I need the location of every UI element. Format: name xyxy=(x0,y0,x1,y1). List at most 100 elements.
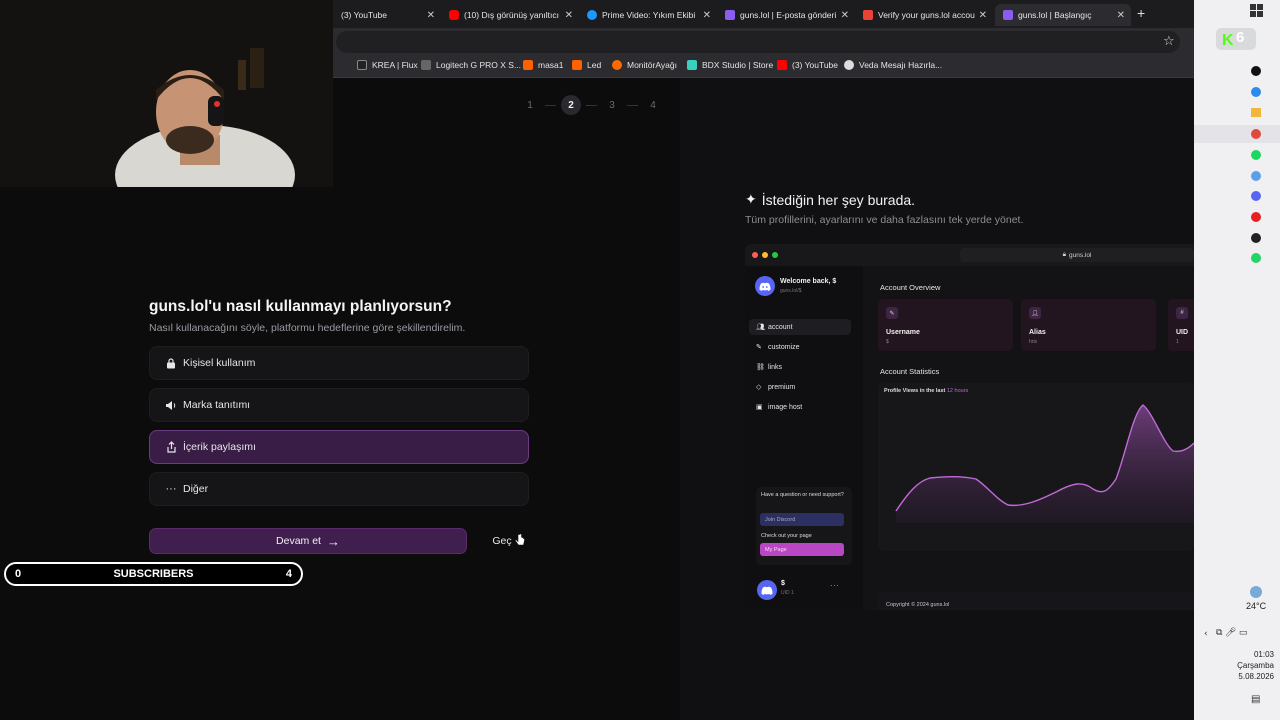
subscriber-counter: 0 SUBSCRIBERS 4 xyxy=(4,562,303,586)
mock-main: Account Overview ✎ Username $ 👤︎ Alias h… xyxy=(863,266,1194,610)
tab-prime-video[interactable]: Prime Video: Yıkım Ekibi ✕ xyxy=(579,4,717,26)
bookmark-item[interactable]: BDX Studio | Store xyxy=(687,60,773,70)
mock-nav-label: premium xyxy=(768,383,796,391)
mock-page-text: Check out your page xyxy=(761,533,812,539)
bookmark-item[interactable]: Logitech G PRO X S... xyxy=(421,60,521,70)
bookmark-label: KREA | Flux xyxy=(372,60,418,70)
folder-icon[interactable] xyxy=(1251,108,1261,117)
tab-verify[interactable]: Verify your guns.lol accou ✕ xyxy=(855,4,993,26)
spotify-icon[interactable] xyxy=(1251,150,1261,160)
close-icon[interactable]: ✕ xyxy=(841,10,849,21)
weather-icon[interactable] xyxy=(1250,586,1262,598)
mock-card-username: ✎ Username $ xyxy=(878,299,1013,351)
webcam-image xyxy=(0,0,333,187)
lock-icon xyxy=(162,357,180,369)
app-icon[interactable] xyxy=(1251,66,1261,76)
mock-nav-premium: ◇ premium xyxy=(749,379,851,395)
close-icon[interactable]: ✕ xyxy=(703,10,711,21)
whatsapp-icon[interactable] xyxy=(1251,253,1261,263)
bookmark-label: Veda Mesajı Hazırla... xyxy=(859,60,943,70)
option-content-sharing[interactable]: İçerik paylaşımı xyxy=(149,430,529,464)
bookmark-item[interactable]: Led xyxy=(572,60,601,70)
pencil-icon: ✎ xyxy=(886,307,898,319)
mock-footer: Copyright © 2024 guns.lol xyxy=(878,592,1194,610)
mock-card-uid: # UID 1 xyxy=(1168,299,1194,351)
option-brand[interactable]: Marka tanıtımı xyxy=(149,388,529,422)
bookmark-label: Logitech G PRO X S... xyxy=(436,60,522,70)
mock-welcome: Welcome back, $ xyxy=(780,278,837,285)
hand-cursor-icon xyxy=(514,533,525,550)
discord-icon[interactable] xyxy=(1251,191,1261,201)
continue-button[interactable]: Devam et → xyxy=(149,528,467,554)
preview-title: ✦ İstediğin her şey burada. xyxy=(745,191,915,208)
card-value: hris xyxy=(1029,339,1038,345)
gmail-icon xyxy=(863,10,873,20)
more-icon: ··· xyxy=(165,483,177,495)
taskbar-icons: K ‹ xyxy=(1194,4,1280,639)
bookmark-label: Led xyxy=(587,60,602,70)
close-icon[interactable]: ✕ xyxy=(427,10,435,21)
window-close-dot xyxy=(752,252,758,258)
guns-lol-icon xyxy=(725,10,735,20)
tray-icons[interactable]: ⧉ 🎤︎ ▭ xyxy=(1216,627,1247,638)
mock-url: 🔒︎ guns.lol xyxy=(960,248,1194,262)
continue-label: Devam et xyxy=(276,535,321,547)
network-icon[interactable] xyxy=(1251,171,1261,181)
edge-icon[interactable] xyxy=(1251,87,1261,97)
step-1: 1 xyxy=(527,99,533,111)
step-divider xyxy=(627,104,638,106)
tab-youtube[interactable]: (3) YouTube ✕ xyxy=(333,4,441,26)
app-icon[interactable] xyxy=(1251,212,1261,222)
bookmark-star-icon[interactable]: ☆ xyxy=(1163,33,1175,49)
mock-help-text: Have a question or need support? xyxy=(761,492,844,498)
tab-guns-eposta[interactable]: guns.lol | E-posta gönderi ✕ xyxy=(717,4,855,26)
option-personal[interactable]: Kişisel kullanım xyxy=(149,346,529,380)
mock-nav-label: image host xyxy=(768,403,803,411)
close-icon[interactable]: ✕ xyxy=(565,10,573,21)
diamond-icon: ◇ xyxy=(756,384,762,391)
bookmark-item[interactable]: MonitörAyağı xyxy=(612,60,677,70)
tab-label: guns.lol | E-posta gönderi xyxy=(740,10,837,20)
step-2: 2 xyxy=(561,95,581,115)
arrow-right-icon: → xyxy=(326,533,340,549)
windows-start-icon[interactable] xyxy=(1250,4,1256,10)
mock-nav-account: 👥︎ account xyxy=(749,319,851,335)
bookmark-item[interactable]: masa1 xyxy=(523,60,564,70)
close-icon[interactable]: ✕ xyxy=(1117,10,1125,21)
chrome-icon[interactable] xyxy=(1251,129,1261,139)
address-bar[interactable] xyxy=(336,31,1180,53)
taskbar: K ‹ xyxy=(1194,0,1280,720)
close-icon[interactable]: ✕ xyxy=(979,10,987,21)
brush-icon: ✎ xyxy=(756,344,762,351)
shop-icon xyxy=(612,60,622,70)
tab-label: guns.lol | Başlangıç xyxy=(1018,10,1092,20)
logitech-icon xyxy=(421,60,431,70)
mock-nav-label: customize xyxy=(768,343,800,351)
mock-stats-title: Account Statistics xyxy=(880,367,940,376)
tab-label: (10) Dış görünüş yanıltıcı xyxy=(464,10,559,20)
notification-icon[interactable]: ▤ xyxy=(1251,694,1260,705)
option-other[interactable]: ··· Diğer xyxy=(149,472,529,506)
subscriber-label: SUBSCRIBERS xyxy=(113,568,194,580)
krea-icon xyxy=(357,60,367,70)
views-area xyxy=(896,405,1194,523)
screen: (3) YouTube ✕ (10) Dış görünüş yanıltıcı… xyxy=(0,0,1280,720)
tab-guns-baslangic[interactable]: guns.lol | Başlangıç ✕ xyxy=(995,4,1131,26)
mock-window-bar: 🔒︎ guns.lol xyxy=(745,244,1194,266)
youtube-icon xyxy=(777,60,787,70)
steam-icon[interactable] xyxy=(1251,233,1261,243)
preview-title-text: İstediğin her şey burada. xyxy=(761,191,916,208)
new-tab-icon[interactable]: + xyxy=(1137,5,1145,21)
bookmark-item[interactable]: (3) YouTube xyxy=(777,60,838,70)
option-label: İçerik paylaşımı xyxy=(183,441,256,453)
mock-nav-image-host: ▣ image host xyxy=(749,399,851,415)
mock-user-name: $ xyxy=(781,580,785,587)
hepsiburada-icon xyxy=(523,60,533,70)
mock-nav-label: links xyxy=(768,363,783,371)
window-minimize-dot xyxy=(762,252,768,258)
bookmark-item[interactable]: Veda Mesajı Hazırla... xyxy=(844,60,942,70)
tab-label: Prime Video: Yıkım Ekibi xyxy=(602,10,696,20)
card-label: UID xyxy=(1176,329,1189,336)
tab-dis-gorunus[interactable]: (10) Dış görünüş yanıltıcı ✕ xyxy=(441,4,579,26)
bookmark-item[interactable]: KREA | Flux xyxy=(357,60,418,70)
